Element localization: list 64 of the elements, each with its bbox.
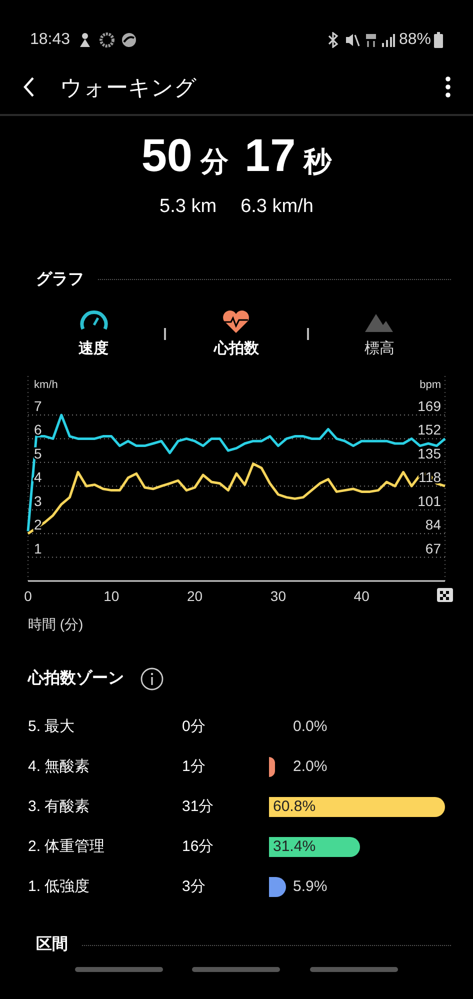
- notification-icon: [78, 32, 92, 48]
- zone-percent: 60.8%: [273, 797, 316, 817]
- axis-tick-label: 6: [34, 422, 42, 438]
- zone-time: 31分: [182, 796, 215, 817]
- zone-name: 3. 有酸素: [28, 796, 91, 817]
- axis-tick-label: 3: [34, 492, 42, 509]
- more-options-button[interactable]: [445, 76, 451, 98]
- signal-icon: [380, 33, 395, 47]
- axis-tick-label: 20: [187, 588, 203, 604]
- zone-time: 3分: [182, 876, 206, 897]
- battery-icon: [434, 32, 443, 48]
- section-title: グラフ: [36, 270, 84, 290]
- zone-name: 1. 低強度: [28, 876, 91, 897]
- finish-flag-icon: [437, 588, 453, 602]
- axis-tick-label: 4: [34, 469, 42, 486]
- axis-tick-label: 30: [270, 588, 286, 604]
- more-icon: [445, 76, 451, 98]
- axis-tick-label: 152: [418, 422, 441, 438]
- status-time: 18:43: [30, 30, 70, 50]
- zone-percent: 5.9%: [293, 877, 328, 897]
- zone-time: 16分: [182, 836, 215, 857]
- axis-label: km/h: [34, 379, 58, 391]
- zone-percent: 0.0%: [293, 717, 328, 737]
- battery-percent: 88%: [398, 30, 431, 50]
- bluetooth-icon: [326, 32, 339, 48]
- axis-tick-label: 10: [104, 588, 120, 604]
- mute-icon: [344, 32, 360, 48]
- axis-tick-label: 0: [24, 588, 32, 604]
- zone-percent: 31.4%: [273, 837, 316, 857]
- zone-name: 5. 最大: [28, 716, 76, 737]
- axis-tick-label: 84: [425, 516, 441, 533]
- chart-tab[interactable]: 速度: [48, 308, 139, 360]
- ring-icon: [98, 31, 116, 49]
- zone-name: 4. 無酸素: [28, 756, 91, 777]
- axis-tick-label: 101: [418, 492, 441, 509]
- zone-time: 0分: [182, 716, 206, 737]
- zone-percent: 2.0%: [293, 757, 328, 777]
- axis-tick-label: 7: [34, 398, 42, 414]
- info-icon[interactable]: [140, 667, 164, 691]
- duration-minutes: 50: [141, 132, 192, 178]
- chart-tab[interactable]: 心拍数: [191, 308, 282, 360]
- duration-seconds: 17: [244, 132, 296, 178]
- axis-tick-label: 135: [418, 445, 441, 462]
- average-speed: 6.3 km/h: [240, 195, 314, 219]
- chart-tab[interactable]: 標高: [334, 308, 424, 360]
- heart-rate-icon: [221, 308, 252, 334]
- zone-name: 2. 体重管理: [28, 836, 106, 857]
- minutes-unit: 分: [200, 145, 228, 179]
- seconds-unit: 秒: [304, 145, 332, 179]
- zone-time: 1分: [182, 756, 206, 777]
- section-title: 心拍数ゾーン: [28, 668, 124, 689]
- distance-value: 5.3 km: [160, 195, 217, 219]
- axis-tick-label: 40: [354, 588, 370, 604]
- axis-tick-label: 67: [425, 540, 441, 556]
- network-icon: [364, 32, 377, 48]
- axis-tick-label: 169: [418, 398, 441, 414]
- screen-title: ウォーキング: [60, 74, 198, 102]
- back-button[interactable]: [22, 76, 36, 98]
- app-icon: [120, 31, 138, 49]
- back-icon: [22, 76, 36, 98]
- axis-label: 時間 (分): [28, 615, 84, 634]
- section-title: 区間: [36, 935, 68, 955]
- axis-tick-label: 1: [34, 540, 42, 556]
- axis-label: bpm: [420, 379, 441, 391]
